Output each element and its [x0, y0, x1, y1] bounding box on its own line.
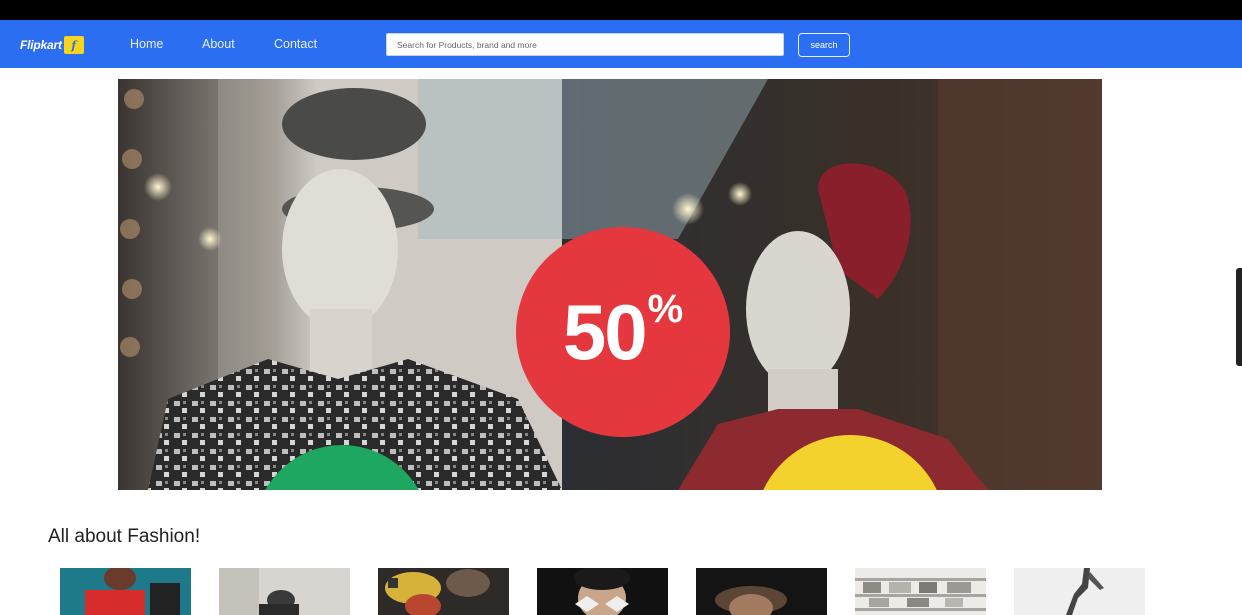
- search-input[interactable]: [386, 33, 784, 56]
- thumbnail-3[interactable]: [378, 568, 509, 615]
- nav-link-home[interactable]: Home: [130, 37, 163, 51]
- hero-banner[interactable]: 50 %: [118, 79, 1102, 490]
- thumbnail-6[interactable]: [855, 568, 986, 615]
- nav-link-about[interactable]: About: [202, 37, 235, 51]
- screen-top-bar: [0, 0, 1242, 20]
- thumbnail-1[interactable]: [60, 568, 191, 615]
- search-button[interactable]: search: [798, 33, 850, 57]
- discount-percent-symbol: %: [647, 287, 684, 331]
- discount-number: 50: [562, 288, 648, 376]
- logo-cart-icon: f: [63, 36, 84, 54]
- logo-mark-letter: f: [71, 38, 77, 52]
- thumbnail-4[interactable]: [537, 568, 668, 615]
- discount-badge: 50 %: [516, 227, 730, 437]
- logo[interactable]: Flipkart f: [20, 35, 84, 55]
- navbar: Flipkart f Home About Contact search: [0, 20, 1242, 68]
- side-scroll-handle[interactable]: [1236, 268, 1242, 366]
- thumbnail-5[interactable]: [696, 568, 827, 615]
- thumbnail-row: [60, 568, 1160, 615]
- nav-link-contact[interactable]: Contact: [274, 37, 317, 51]
- section-title: All about Fashion!: [48, 526, 201, 547]
- thumbnail-7[interactable]: [1014, 568, 1145, 615]
- logo-text: Flipkart: [20, 38, 62, 52]
- thumbnail-2[interactable]: [219, 568, 350, 615]
